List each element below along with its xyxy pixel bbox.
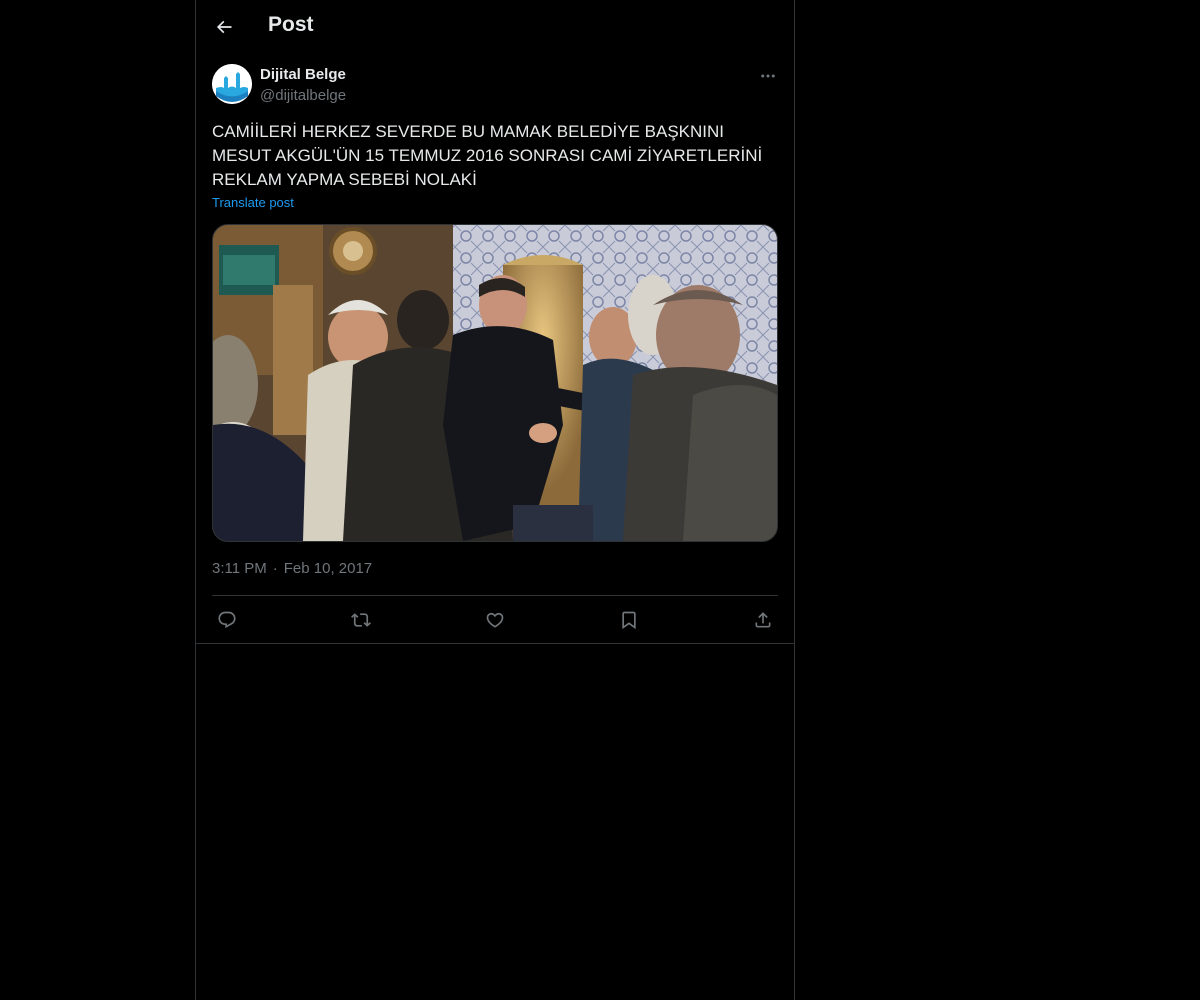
- author-handle[interactable]: @dijitalbelge: [260, 87, 346, 104]
- post-actions-bar: [212, 608, 778, 632]
- like-button[interactable]: [480, 608, 510, 632]
- share-icon: [755, 612, 771, 628]
- page-header: Post: [196, 0, 794, 54]
- post-text: CAMİİLERİ HERKEZ SEVERDE BU MAMAK BELEDİ…: [212, 122, 763, 189]
- post-media-photo[interactable]: [212, 224, 778, 542]
- back-button[interactable]: [208, 11, 240, 43]
- post-date: Feb 10, 2017: [283, 560, 373, 577]
- repost-icon: [351, 613, 371, 627]
- arrow-left-icon: [216, 20, 232, 34]
- more-options-button[interactable]: [758, 66, 778, 86]
- page-title: Post: [268, 13, 314, 36]
- post-time: 3:11 PM: [212, 560, 267, 577]
- avatar[interactable]: [212, 64, 252, 104]
- timestamp-separator: ·: [272, 560, 278, 577]
- repost-button[interactable]: [346, 608, 376, 632]
- post-timestamp[interactable]: 3:11 PM · Feb 10, 2017: [212, 560, 372, 577]
- bookmark-icon: [622, 611, 636, 630]
- reply-icon: [218, 611, 236, 629]
- share-button[interactable]: [748, 608, 778, 632]
- photo-image: [213, 225, 777, 541]
- author-name[interactable]: Dijital Belge: [260, 66, 346, 83]
- post-bottom-border: [196, 643, 794, 644]
- translate-post-link[interactable]: Translate post: [212, 195, 294, 210]
- heart-icon: [486, 612, 504, 628]
- reply-button[interactable]: [212, 608, 242, 632]
- more-horizontal-icon: [761, 74, 775, 78]
- avatar-logo-icon: [212, 64, 252, 104]
- main-column: Post Dijital Belge @dijitalbelge CAMİİLE…: [195, 0, 795, 1000]
- bookmark-button[interactable]: [614, 608, 644, 632]
- divider: [212, 595, 778, 596]
